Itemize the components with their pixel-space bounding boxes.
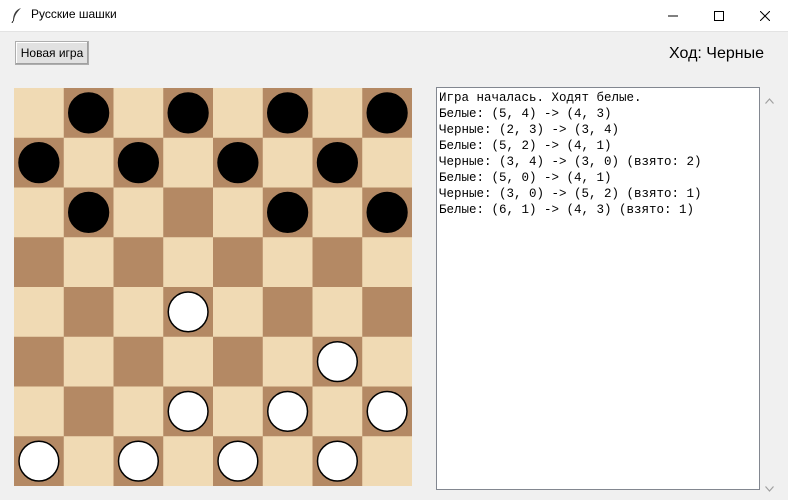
- scroll-up-icon[interactable]: [765, 91, 774, 109]
- board-square[interactable]: [362, 137, 412, 188]
- board-square[interactable]: [14, 88, 65, 139]
- new-game-button[interactable]: Новая игра: [15, 41, 89, 65]
- black-checker[interactable]: [68, 92, 110, 134]
- board-square[interactable]: [113, 237, 164, 288]
- white-checker[interactable]: [217, 440, 259, 482]
- feather-icon: [10, 7, 24, 24]
- log-scrollbar[interactable]: [761, 87, 778, 492]
- board-square[interactable]: [213, 187, 264, 238]
- black-checker[interactable]: [18, 142, 60, 184]
- board-square[interactable]: [262, 237, 313, 288]
- white-checker[interactable]: [167, 291, 209, 333]
- maximize-button[interactable]: [696, 0, 742, 31]
- black-checker[interactable]: [68, 191, 110, 233]
- white-checker[interactable]: [316, 341, 358, 383]
- board-square[interactable]: [63, 436, 114, 486]
- black-checker[interactable]: [316, 142, 358, 184]
- board-square[interactable]: [14, 386, 65, 437]
- board-square[interactable]: [113, 88, 164, 139]
- board-square[interactable]: [213, 336, 264, 387]
- board-square[interactable]: [213, 386, 264, 437]
- board-square[interactable]: [14, 336, 65, 387]
- black-checker[interactable]: [267, 191, 309, 233]
- black-checker[interactable]: [117, 142, 159, 184]
- board-square[interactable]: [362, 237, 412, 288]
- board-square[interactable]: [113, 287, 164, 338]
- log-line: Черные: (3, 0) -> (5, 2) (взято: 1): [439, 187, 702, 201]
- log-line: Белые: (5, 0) -> (4, 1): [439, 171, 612, 185]
- close-button[interactable]: [742, 0, 788, 31]
- board-square[interactable]: [63, 137, 114, 188]
- close-icon: [760, 10, 770, 21]
- board-square[interactable]: [113, 386, 164, 437]
- board-square[interactable]: [262, 287, 313, 338]
- window-title: Русские шашки: [31, 7, 117, 21]
- board-square[interactable]: [14, 187, 65, 238]
- white-checker[interactable]: [316, 440, 358, 482]
- board-square[interactable]: [63, 237, 114, 288]
- board-square[interactable]: [63, 287, 114, 338]
- maximize-icon: [714, 10, 724, 21]
- board-square[interactable]: [163, 237, 214, 288]
- black-checker[interactable]: [217, 142, 259, 184]
- black-checker[interactable]: [366, 191, 408, 233]
- board-square[interactable]: [362, 436, 412, 486]
- board-square[interactable]: [163, 336, 214, 387]
- board-square[interactable]: [213, 88, 264, 139]
- board-square[interactable]: [14, 287, 65, 338]
- log-line: Черные: (2, 3) -> (3, 4): [439, 123, 620, 137]
- board-square[interactable]: [362, 287, 412, 338]
- black-checker[interactable]: [366, 92, 408, 134]
- board-square[interactable]: [312, 187, 363, 238]
- log-line: Белые: (5, 4) -> (4, 3): [439, 107, 612, 121]
- board-square[interactable]: [14, 237, 65, 288]
- board-square[interactable]: [113, 187, 164, 238]
- log-line: Белые: (5, 2) -> (4, 1): [439, 139, 612, 153]
- white-checker[interactable]: [167, 390, 209, 432]
- board-square[interactable]: [163, 436, 214, 486]
- board-square[interactable]: [63, 386, 114, 437]
- white-checker[interactable]: [267, 390, 309, 432]
- board-square[interactable]: [163, 187, 214, 238]
- board-square[interactable]: [113, 336, 164, 387]
- board-square[interactable]: [362, 336, 412, 387]
- log-line: Черные: (3, 4) -> (3, 0) (взято: 2): [439, 155, 702, 169]
- board-square[interactable]: [262, 436, 313, 486]
- board-square[interactable]: [312, 287, 363, 338]
- minimize-icon: [668, 11, 678, 21]
- turn-indicator: Ход: Черные: [669, 45, 764, 62]
- board-square[interactable]: [312, 237, 363, 288]
- board-square[interactable]: [262, 336, 313, 387]
- board-square[interactable]: [213, 287, 264, 338]
- scroll-down-icon[interactable]: [765, 479, 774, 497]
- title-bar: Русские шашки: [0, 0, 788, 32]
- black-checker[interactable]: [267, 92, 309, 134]
- log-line: Белые: (6, 1) -> (4, 3) (взято: 1): [439, 203, 695, 217]
- white-checker[interactable]: [117, 440, 159, 482]
- board-square[interactable]: [312, 386, 363, 437]
- move-log[interactable]: Игра началась. Ходят белые. Белые: (5, 4)…: [436, 87, 760, 490]
- white-checker[interactable]: [366, 390, 408, 432]
- white-checker[interactable]: [18, 440, 60, 482]
- board-square[interactable]: [262, 137, 313, 188]
- board-square[interactable]: [213, 237, 264, 288]
- minimize-button[interactable]: [650, 0, 696, 31]
- log-line: Игра началась. Ходят белые.: [439, 91, 642, 105]
- checkers-board[interactable]: [14, 88, 412, 486]
- board-square[interactable]: [63, 336, 114, 387]
- black-checker[interactable]: [167, 92, 209, 134]
- board-square[interactable]: [312, 88, 363, 139]
- board-square[interactable]: [163, 137, 214, 188]
